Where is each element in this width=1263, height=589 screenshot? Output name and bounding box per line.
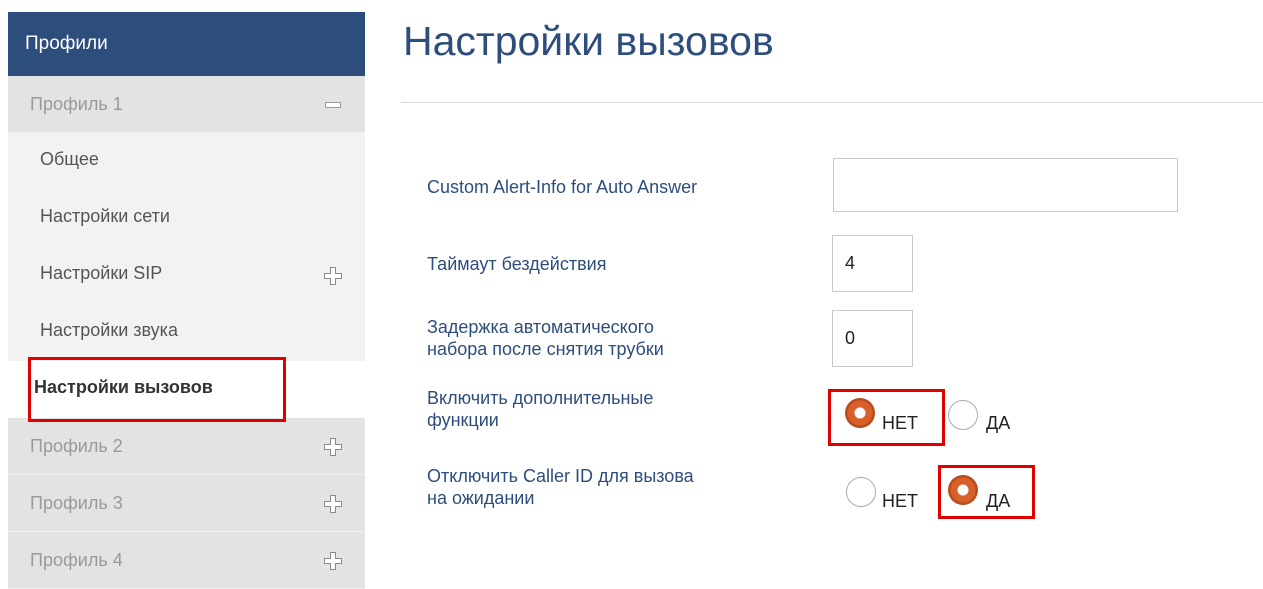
sidebar-item-call-settings[interactable]: Настройки вызовов — [8, 361, 365, 418]
sidebar-item-sound-settings[interactable]: Настройки звука — [8, 304, 365, 361]
minus-icon[interactable] — [321, 76, 345, 133]
sidebar-item-label: Профиль 4 — [30, 550, 123, 570]
sidebar-item-profile-2[interactable]: Профиль 2 — [8, 418, 365, 475]
custom-alert-label: Custom Alert-Info for Auto Answer — [427, 177, 698, 197]
label-line: Задержка автоматического — [427, 317, 654, 337]
disable-caller-id-no-label[interactable]: НЕТ — [882, 491, 918, 512]
sidebar-item-profile-1[interactable]: Профиль 1 — [8, 76, 365, 133]
extra-functions-yes-radio[interactable] — [948, 400, 978, 430]
dial-delay-input[interactable] — [832, 310, 913, 367]
label-line: набора после снятия трубки — [427, 339, 664, 359]
title-divider — [401, 102, 1263, 103]
sidebar-item-sip-settings[interactable]: Настройки SIP — [8, 247, 365, 304]
sidebar-item-profile-3[interactable]: Профиль 3 — [8, 475, 365, 532]
sidebar-item-label: Профиль 1 — [30, 94, 123, 114]
disable-caller-id-no-radio[interactable] — [846, 477, 876, 507]
dial-delay-label: Задержка автоматического набора после сн… — [427, 316, 664, 360]
custom-alert-input[interactable] — [833, 158, 1178, 212]
extra-functions-label: Включить дополнительные функции — [427, 387, 653, 431]
sidebar-item-label: Настройки SIP — [40, 263, 163, 283]
sidebar-item-label: Общее — [40, 149, 99, 169]
plus-icon[interactable] — [321, 247, 345, 304]
disable-caller-id-yes-label[interactable]: ДА — [986, 491, 1010, 512]
sidebar-item-network-settings[interactable]: Настройки сети — [8, 190, 365, 247]
extra-functions-yes-label[interactable]: ДА — [986, 413, 1010, 434]
plus-icon[interactable] — [321, 532, 345, 589]
idle-timeout-input[interactable] — [832, 235, 913, 292]
plus-icon[interactable] — [321, 475, 345, 532]
sidebar-item-profile-4[interactable]: Профиль 4 — [8, 532, 365, 589]
label-line: Включить дополнительные — [427, 388, 654, 408]
disable-caller-id-yes-radio[interactable] — [948, 475, 978, 505]
sidebar-header: Профили — [8, 12, 365, 76]
sidebar-item-label: Настройки вызовов — [34, 377, 213, 397]
sidebar-item-label: Настройки сети — [40, 206, 170, 226]
sidebar-item-label: Профиль 3 — [30, 493, 123, 513]
sidebar-item-label: Профиль 2 — [30, 436, 123, 456]
extra-functions-no-label[interactable]: НЕТ — [882, 413, 918, 434]
sidebar-item-general[interactable]: Общее — [8, 133, 365, 190]
sidebar-item-label: Настройки звука — [40, 320, 178, 340]
profiles-sidebar: Профили Профиль 1 Общее Настройки сети Н… — [8, 12, 365, 589]
idle-timeout-label: Таймаут бездействия — [427, 254, 607, 274]
label-line: функции — [427, 410, 499, 430]
plus-icon[interactable] — [321, 418, 345, 475]
extra-functions-no-radio[interactable] — [845, 398, 875, 428]
page-title: Настройки вызовов — [403, 18, 774, 64]
label-line: Отключить Caller ID для вызова — [427, 466, 694, 486]
disable-caller-id-label: Отключить Caller ID для вызова на ожидан… — [427, 465, 694, 509]
label-line: на ожидании — [427, 488, 535, 508]
